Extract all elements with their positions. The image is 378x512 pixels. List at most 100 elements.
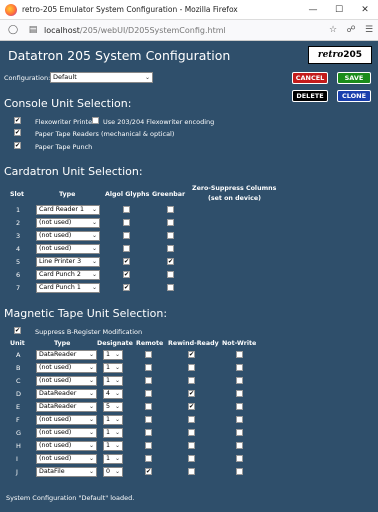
suppress-b-register-checkbox[interactable]: ✔ bbox=[14, 327, 21, 334]
not-write-checkbox[interactable] bbox=[236, 390, 243, 397]
algol-glyphs-checkbox[interactable] bbox=[123, 232, 130, 239]
designate-select[interactable]: 0 ⌄ bbox=[103, 467, 123, 477]
bookmark-star-icon[interactable]: ☆ bbox=[324, 25, 342, 35]
rewind-ready-checkbox[interactable]: ✔ bbox=[188, 403, 195, 410]
not-write-checkbox[interactable] bbox=[236, 455, 243, 462]
rewind-ready-checkbox[interactable] bbox=[188, 377, 195, 384]
tape-type-select[interactable]: DataFile ⌄ bbox=[36, 467, 97, 477]
paper-tape-punch-checkbox[interactable]: ✔ bbox=[14, 142, 21, 149]
designate-select[interactable]: 1 ⌄ bbox=[103, 376, 123, 386]
hamburger-menu-icon[interactable]: ☰ bbox=[360, 25, 378, 35]
shield-icon[interactable]: ☍ bbox=[342, 25, 360, 35]
designate-select[interactable]: 1 ⌄ bbox=[103, 441, 123, 451]
tape-type-select[interactable]: (not used) ⌄ bbox=[36, 441, 97, 451]
remote-checkbox[interactable] bbox=[145, 390, 152, 397]
cardatron-type-value: (not used) bbox=[39, 219, 72, 226]
not-write-checkbox[interactable] bbox=[236, 416, 243, 423]
tape-type-select[interactable]: DataReader ⌄ bbox=[36, 402, 97, 412]
rewind-ready-checkbox[interactable] bbox=[188, 442, 195, 449]
remote-checkbox[interactable] bbox=[145, 455, 152, 462]
tape-type-value: DataReader bbox=[39, 403, 77, 410]
designate-select[interactable]: 5 ⌄ bbox=[103, 402, 123, 412]
not-write-checkbox[interactable] bbox=[236, 429, 243, 436]
designate-select[interactable]: 1 ⌄ bbox=[103, 415, 123, 425]
close-icon[interactable]: ✕ bbox=[352, 0, 378, 20]
not-write-checkbox[interactable] bbox=[236, 403, 243, 410]
designate-select[interactable]: 1 ⌄ bbox=[103, 454, 123, 464]
tape-type-select[interactable]: (not used) ⌄ bbox=[36, 363, 97, 373]
algol-glyphs-checkbox[interactable]: ✔ bbox=[123, 271, 130, 278]
remote-header: Remote bbox=[136, 340, 164, 347]
minimize-icon[interactable]: — bbox=[300, 0, 326, 20]
tape-type-select[interactable]: (not used) ⌄ bbox=[36, 415, 97, 425]
designate-select[interactable]: 1 ⌄ bbox=[103, 350, 123, 360]
not-write-checkbox[interactable] bbox=[236, 364, 243, 371]
not-write-checkbox[interactable] bbox=[236, 351, 243, 358]
delete-button[interactable]: DELETE bbox=[292, 90, 328, 102]
algol-glyphs-checkbox[interactable] bbox=[123, 219, 130, 226]
tape-type-select[interactable]: (not used) ⌄ bbox=[36, 454, 97, 464]
remote-checkbox[interactable] bbox=[145, 416, 152, 423]
greenbar-checkbox[interactable] bbox=[167, 245, 174, 252]
save-button[interactable]: SAVE bbox=[337, 72, 371, 84]
chevron-down-icon: ⌄ bbox=[88, 364, 94, 371]
designate-select[interactable]: 1 ⌄ bbox=[103, 363, 123, 373]
cardatron-type-select[interactable]: Card Punch 2 ⌄ bbox=[36, 270, 100, 280]
greenbar-checkbox[interactable] bbox=[167, 206, 174, 213]
greenbar-checkbox[interactable]: ✔ bbox=[167, 258, 174, 265]
greenbar-checkbox[interactable] bbox=[167, 271, 174, 278]
greenbar-checkbox[interactable] bbox=[167, 232, 174, 239]
url-text[interactable]: localhost/205/webUI/D205SystemConfig.htm… bbox=[44, 26, 324, 35]
tape-type-select[interactable]: DataReader ⌄ bbox=[36, 350, 97, 360]
not-write-checkbox[interactable] bbox=[236, 468, 243, 475]
rewind-ready-checkbox[interactable] bbox=[188, 416, 195, 423]
cancel-button[interactable]: CANCEL bbox=[292, 72, 328, 84]
cardatron-type-select[interactable]: (not used) ⌄ bbox=[36, 244, 100, 254]
remote-checkbox[interactable] bbox=[145, 442, 152, 449]
clone-button[interactable]: CLONE bbox=[337, 90, 371, 102]
designate-value: 5 bbox=[106, 403, 111, 410]
designate-select[interactable]: 4 ⌄ bbox=[103, 389, 123, 399]
chevron-down-icon: ⌄ bbox=[88, 403, 94, 410]
cardatron-type-select[interactable]: (not used) ⌄ bbox=[36, 231, 100, 241]
remote-checkbox[interactable] bbox=[145, 403, 152, 410]
rewind-ready-checkbox[interactable] bbox=[188, 364, 195, 371]
not-write-checkbox[interactable] bbox=[236, 377, 243, 384]
configuration-select[interactable]: Default ⌄ bbox=[50, 72, 153, 83]
not-write-checkbox[interactable] bbox=[236, 442, 243, 449]
remote-checkbox[interactable] bbox=[145, 364, 152, 371]
cardatron-type-select[interactable]: (not used) ⌄ bbox=[36, 218, 100, 228]
algol-glyphs-checkbox[interactable]: ✔ bbox=[123, 284, 130, 291]
rewind-ready-checkbox[interactable]: ✔ bbox=[188, 390, 195, 397]
remote-checkbox[interactable] bbox=[145, 377, 152, 384]
remote-checkbox[interactable] bbox=[145, 351, 152, 358]
rewind-ready-checkbox[interactable]: ✔ bbox=[188, 351, 195, 358]
tape-type-select[interactable]: (not used) ⌄ bbox=[36, 428, 97, 438]
tape-type-select[interactable]: (not used) ⌄ bbox=[36, 376, 97, 386]
rewind-ready-checkbox[interactable] bbox=[188, 468, 195, 475]
chevron-down-icon: ⌄ bbox=[114, 377, 120, 384]
paper-tape-readers-checkbox[interactable]: ✔ bbox=[14, 129, 21, 136]
tape-type-select[interactable]: DataReader ⌄ bbox=[36, 389, 97, 399]
designate-select[interactable]: 1 ⌄ bbox=[103, 428, 123, 438]
algol-glyphs-checkbox[interactable] bbox=[123, 245, 130, 252]
cardatron-type-select[interactable]: Card Reader 1 ⌄ bbox=[36, 205, 100, 215]
remote-checkbox[interactable] bbox=[145, 429, 152, 436]
url-bar[interactable]: ◯ ▤ localhost/205/webUI/D205SystemConfig… bbox=[0, 20, 378, 41]
algol-glyphs-checkbox[interactable]: ✔ bbox=[123, 258, 130, 265]
algol-glyphs-checkbox[interactable] bbox=[123, 206, 130, 213]
tape-unit-letter: E bbox=[16, 403, 21, 411]
flexowriter-printer-checkbox[interactable]: ✔ bbox=[14, 117, 21, 124]
shield-icon[interactable]: ◯ bbox=[6, 25, 20, 35]
remote-checkbox[interactable]: ✔ bbox=[145, 468, 152, 475]
maximize-icon[interactable]: ☐ bbox=[326, 0, 352, 20]
rewind-ready-checkbox[interactable] bbox=[188, 455, 195, 462]
chevron-down-icon: ⌄ bbox=[88, 390, 94, 397]
page-info-icon[interactable]: ▤ bbox=[26, 25, 40, 35]
greenbar-checkbox[interactable] bbox=[167, 284, 174, 291]
greenbar-checkbox[interactable] bbox=[167, 219, 174, 226]
cardatron-type-select[interactable]: Card Punch 1 ⌄ bbox=[36, 283, 100, 293]
flexowriter-encoding-checkbox[interactable] bbox=[92, 117, 99, 124]
cardatron-type-select[interactable]: Line Printer 3 ⌄ bbox=[36, 257, 100, 267]
rewind-ready-checkbox[interactable] bbox=[188, 429, 195, 436]
